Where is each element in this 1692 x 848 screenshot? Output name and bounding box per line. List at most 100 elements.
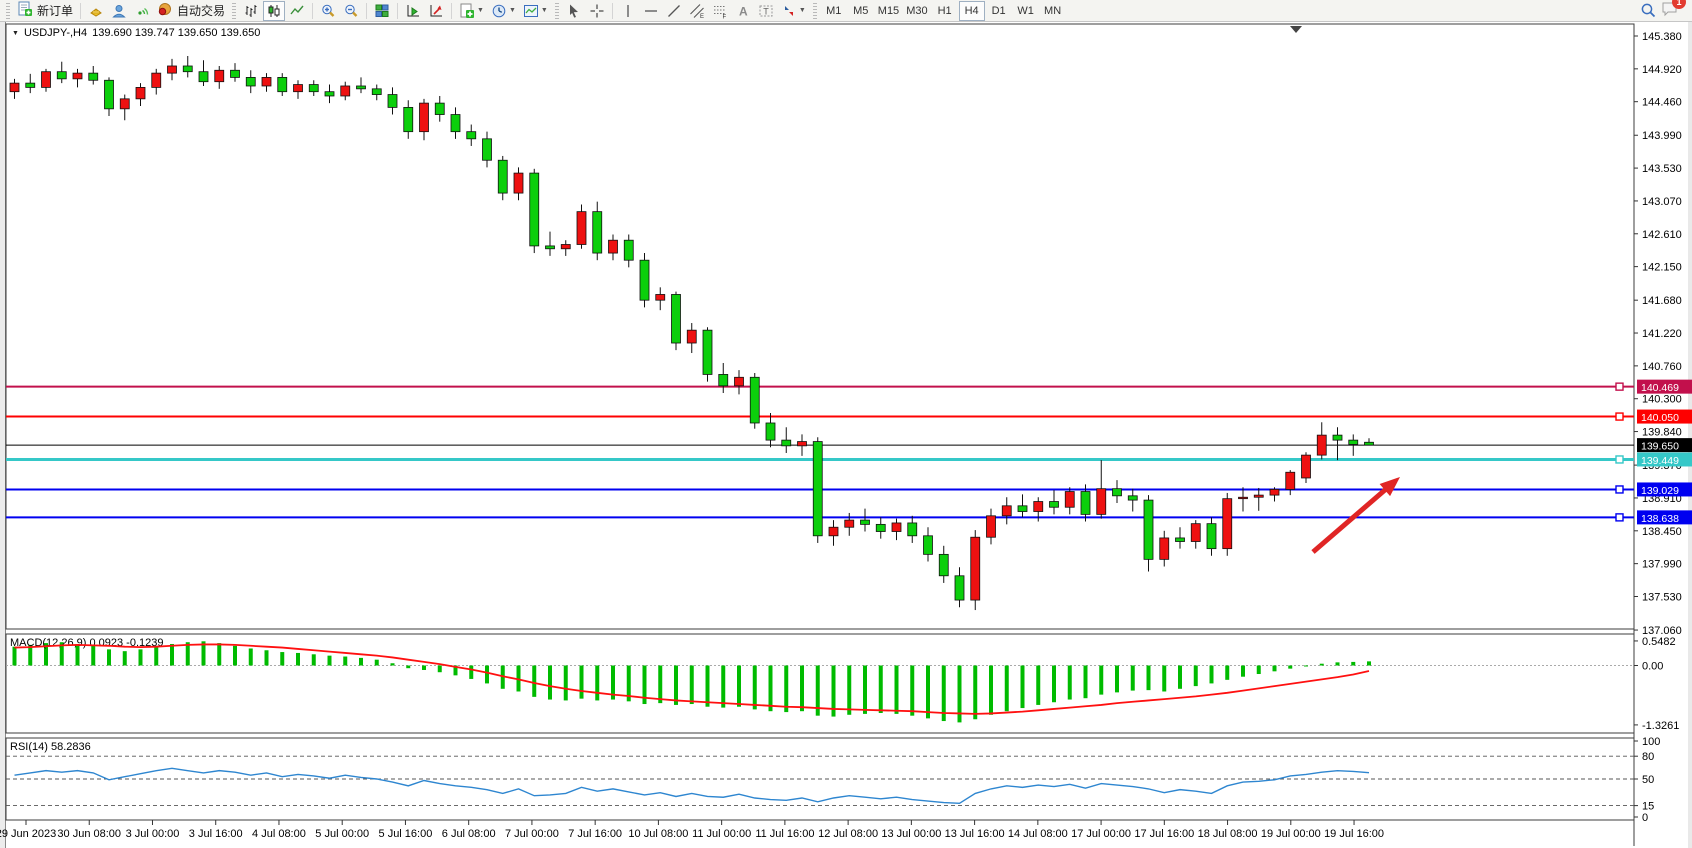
tab-m5[interactable]: M5 [848, 1, 874, 21]
level-line-handle[interactable] [1616, 456, 1623, 463]
svg-text:137.530: 137.530 [1642, 591, 1682, 603]
horizontal-line-tool-button[interactable] [640, 1, 662, 21]
svg-text:19 Jul 16:00: 19 Jul 16:00 [1324, 828, 1384, 840]
time-axis[interactable]: 29 Jun 202330 Jun 08:003 Jul 00:003 Jul … [0, 820, 1384, 840]
toolbar-separator [397, 3, 398, 19]
tab-h4[interactable]: H4 [959, 1, 985, 21]
candlestick-icon [266, 3, 282, 19]
tab-m15[interactable]: M15 [875, 1, 902, 21]
toolbar-separator [312, 3, 313, 19]
auto-trading-label: 自动交易 [177, 2, 225, 19]
fibonacci-tool-button[interactable]: F [709, 1, 731, 21]
svg-text:0: 0 [1642, 812, 1648, 824]
text-label-icon: T [758, 3, 774, 19]
svg-text:142.610: 142.610 [1642, 229, 1682, 241]
notifications-button[interactable]: 1 [1661, 0, 1679, 22]
level-line-handle[interactable] [1616, 514, 1623, 521]
tile-windows-button[interactable] [371, 1, 393, 21]
text-label-tool-button[interactable]: T [755, 1, 777, 21]
trendline-tool-button[interactable] [663, 1, 685, 21]
svg-text:-1.3261: -1.3261 [1642, 720, 1679, 732]
channel-tool-button[interactable]: E [686, 1, 708, 21]
level-line-handle[interactable] [1616, 413, 1623, 420]
new-order-button[interactable]: 新订单 [14, 1, 76, 21]
price-chart[interactable]: 145.380144.920144.460143.990143.530143.0… [0, 0, 1692, 848]
tab-m1[interactable]: M1 [821, 1, 847, 21]
auto-trading-icon [157, 1, 173, 20]
chart-candles-button[interactable] [263, 1, 285, 21]
rsi-label: RSI(14) 58.2836 [10, 741, 91, 753]
svg-text:14 Jul 08:00: 14 Jul 08:00 [1008, 828, 1068, 840]
tab-mn[interactable]: MN [1040, 1, 1066, 21]
dropdown-caret-icon: ▼ [477, 7, 484, 14]
toolbar-separator [366, 3, 367, 19]
chart-title: ▼ USDJPY-,H4 139.690 139.747 139.650 139… [12, 27, 260, 39]
svg-text:0.00: 0.00 [1642, 661, 1663, 673]
cursor-icon [566, 3, 582, 19]
templates-button[interactable]: ▼ [520, 1, 551, 21]
rsi-line [15, 768, 1370, 803]
chart-line-button[interactable] [286, 1, 308, 21]
tab-d1[interactable]: D1 [986, 1, 1012, 21]
template-icon [523, 3, 539, 19]
svg-text:17 Jul 00:00: 17 Jul 00:00 [1071, 828, 1131, 840]
level-line-handle[interactable] [1616, 486, 1623, 493]
svg-text:142.150: 142.150 [1642, 262, 1682, 274]
svg-text:139.650: 139.650 [1641, 441, 1679, 453]
svg-text:5 Jul 00:00: 5 Jul 00:00 [315, 828, 369, 840]
symbol-dropdown-icon[interactable]: ▼ [12, 30, 19, 37]
community-button[interactable] [108, 1, 130, 21]
tab-h1[interactable]: H1 [932, 1, 958, 21]
chart-shift-marker[interactable] [1290, 26, 1302, 33]
zoom-in-button[interactable] [317, 1, 339, 21]
vertical-line-icon [620, 3, 636, 19]
cursor-tool-button[interactable] [563, 1, 585, 21]
price-axis[interactable]: 145.380144.920144.460143.990143.530143.0… [1634, 31, 1682, 637]
tab-m30[interactable]: M30 [903, 1, 930, 21]
zoom-out-button[interactable] [340, 1, 362, 21]
signal-waves-icon [134, 3, 150, 19]
svg-text:11 Jul 00:00: 11 Jul 00:00 [692, 828, 751, 840]
panel-frames [6, 24, 1634, 846]
level-line-handle[interactable] [1616, 383, 1623, 390]
chart-bars-button[interactable] [240, 1, 262, 21]
svg-text:30 Jun 08:00: 30 Jun 08:00 [57, 828, 121, 840]
new-chart-button[interactable]: ▼ [456, 1, 487, 21]
trend-arrow[interactable] [1313, 477, 1400, 552]
svg-text:143.070: 143.070 [1642, 196, 1682, 208]
text-tool-button[interactable]: A [732, 1, 754, 21]
toolbar-grip[interactable] [6, 3, 10, 19]
svg-text:7 Jul 00:00: 7 Jul 00:00 [505, 828, 559, 840]
new-chart-icon [459, 3, 475, 19]
svg-text:15: 15 [1642, 801, 1654, 813]
svg-text:E: E [700, 14, 704, 19]
toolbar-grip[interactable] [813, 3, 817, 19]
macd-panel: MACD(12,26,9) 0.0923 -0.12390.54820.00-1… [6, 636, 1679, 732]
bar-chart-icon [243, 3, 259, 19]
svg-text:138.450: 138.450 [1642, 526, 1682, 538]
svg-text:6 Jul 08:00: 6 Jul 08:00 [442, 828, 496, 840]
svg-text:139.840: 139.840 [1642, 427, 1682, 439]
toolbar-grip[interactable] [232, 3, 236, 19]
periods-button[interactable]: ▼ [488, 1, 519, 21]
search-button[interactable] [1637, 1, 1660, 21]
market-button[interactable] [85, 1, 107, 21]
svg-text:13 Jul 00:00: 13 Jul 00:00 [881, 828, 941, 840]
arrows-tool-button[interactable]: ▼ [778, 1, 809, 21]
chart-symbol-label: USDJPY-,H4 [24, 27, 87, 39]
svg-text:140.050: 140.050 [1641, 412, 1679, 424]
candlestick-plot[interactable] [10, 56, 1374, 610]
vertical-line-tool-button[interactable] [617, 1, 639, 21]
crosshair-tool-button[interactable] [586, 1, 608, 21]
chart-shift-button[interactable] [425, 1, 447, 21]
toolbar-separator [80, 3, 81, 19]
toolbar-separator [451, 3, 452, 19]
signals-button[interactable] [131, 1, 153, 21]
tab-w1[interactable]: W1 [1013, 1, 1039, 21]
auto-trading-button[interactable]: 自动交易 [154, 1, 228, 21]
auto-scroll-button[interactable] [402, 1, 424, 21]
search-icon [1640, 2, 1657, 19]
chart-ohlc-label: 139.690 139.747 139.650 139.650 [92, 27, 260, 39]
equidistant-channel-icon: E [689, 3, 705, 19]
toolbar-grip[interactable] [555, 3, 559, 19]
